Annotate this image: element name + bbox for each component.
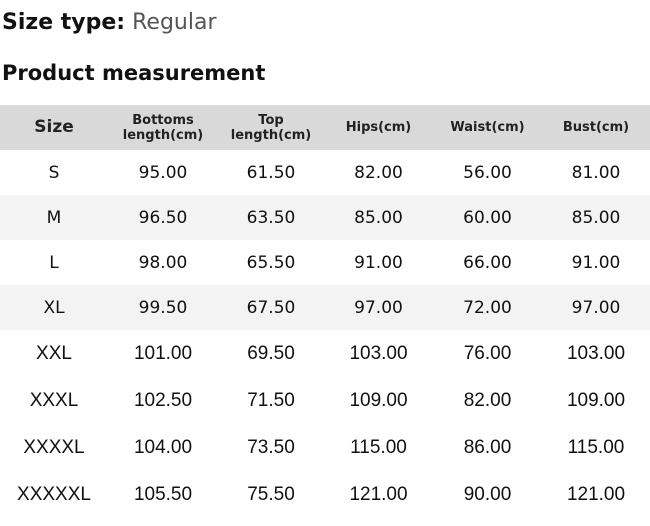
cell-bust: 91.00 <box>571 252 621 273</box>
header-hips: Hips(cm) <box>324 105 433 150</box>
cell-waist: 76.00 <box>463 342 512 364</box>
cell-bust: 97.00 <box>542 285 650 330</box>
header-bottoms-length: Bottoms length(cm) <box>108 105 218 150</box>
cell-bottoms-length: 101.00 <box>133 342 193 364</box>
header-waist: Waist(cm) <box>433 105 542 150</box>
header-bust: Bust(cm) <box>542 105 650 150</box>
cell-hips: 97.00 <box>324 285 433 330</box>
cell-size: M <box>0 195 108 240</box>
table-row: XXXXL 104.00 73.50 115.00 86.00 115.00 <box>0 424 650 471</box>
cell-size: XL <box>0 285 108 330</box>
cell-size: XXXXL <box>23 436 85 458</box>
cell-bottoms-length: 102.50 <box>133 389 193 411</box>
cell-size: L <box>49 252 59 273</box>
table-row: XXL 101.00 69.50 103.00 76.00 103.00 <box>0 330 650 377</box>
header-top-length: Top length(cm) <box>218 105 324 150</box>
cell-bust: 81.00 <box>571 162 621 183</box>
size-type-line: Size type: Regular <box>2 8 217 38</box>
cell-top-length: 63.50 <box>218 195 324 240</box>
cell-bust: 121.00 <box>566 483 626 505</box>
cell-waist: 82.00 <box>463 389 512 411</box>
cell-size: XXXL <box>29 389 79 411</box>
cell-bottoms-length: 105.50 <box>133 483 193 505</box>
cell-top-length: 69.50 <box>247 342 295 364</box>
cell-hips: 121.00 <box>349 483 408 505</box>
cell-hips: 115.00 <box>350 436 407 458</box>
cell-bottoms-length: 104.00 <box>133 436 193 458</box>
cell-waist: 60.00 <box>433 195 542 240</box>
table-row: XXXL 102.50 71.50 109.00 82.00 109.00 <box>0 377 650 424</box>
cell-size: S <box>48 162 60 183</box>
table-row: L 98.00 65.50 91.00 66.00 91.00 <box>0 240 650 285</box>
cell-hips: 85.00 <box>324 195 433 240</box>
cell-waist: 86.00 <box>463 436 512 458</box>
table-row: M 96.50 63.50 85.00 60.00 85.00 <box>0 195 650 240</box>
size-type-label: Size type: <box>2 10 126 35</box>
cell-waist: 90.00 <box>463 483 512 505</box>
cell-bottoms-length: 96.50 <box>108 195 218 240</box>
cell-top-length: 67.50 <box>218 285 324 330</box>
cell-hips: 82.00 <box>354 162 403 183</box>
cell-size: XXL <box>36 342 72 364</box>
size-type-value: Regular <box>132 10 217 35</box>
cell-top-length: 61.50 <box>246 162 296 183</box>
cell-waist: 56.00 <box>463 162 512 183</box>
table-header-row: Size Bottoms length(cm) Top length(cm) Hip… <box>0 105 650 150</box>
cell-hips: 103.00 <box>349 342 408 364</box>
cell-bottoms-length: 95.00 <box>138 162 188 183</box>
cell-hips: 109.00 <box>349 389 408 411</box>
cell-bust: 109.00 <box>566 389 626 411</box>
cell-bottoms-length: 99.50 <box>108 285 218 330</box>
measurement-table: Size Bottoms length(cm) Top length(cm) Hip… <box>0 105 650 518</box>
cell-size: XXXXXL <box>17 483 91 505</box>
cell-waist: 72.00 <box>433 285 542 330</box>
cell-bust: 115.00 <box>567 436 625 458</box>
cell-waist: 66.00 <box>463 252 512 273</box>
cell-top-length: 71.50 <box>247 389 295 411</box>
cell-bust: 85.00 <box>542 195 650 240</box>
cell-bottoms-length: 98.00 <box>138 252 188 273</box>
table-row: S 95.00 61.50 82.00 56.00 81.00 <box>0 150 650 195</box>
cell-top-length: 75.50 <box>247 483 295 505</box>
table-row: XXXXXL 105.50 75.50 121.00 90.00 121.00 <box>0 471 650 518</box>
table-row: XL 99.50 67.50 97.00 72.00 97.00 <box>0 285 650 330</box>
cell-bust: 103.00 <box>566 342 626 364</box>
cell-hips: 91.00 <box>354 252 403 273</box>
cell-top-length: 73.50 <box>247 436 295 458</box>
header-size: Size <box>0 105 108 150</box>
cell-top-length: 65.50 <box>246 252 296 273</box>
section-title: Product measurement <box>2 61 266 85</box>
